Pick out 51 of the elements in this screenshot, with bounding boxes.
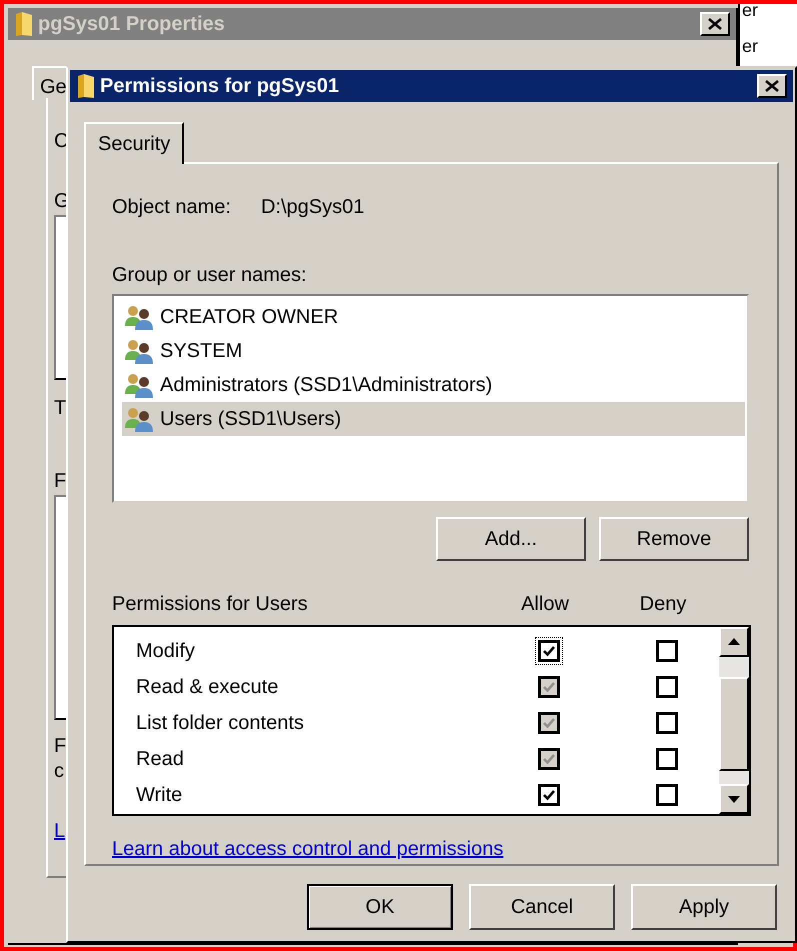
permission-name: List folder contents — [136, 710, 305, 736]
users-icon — [122, 406, 156, 432]
user-row[interactable]: Users (SSD1\Users) — [122, 402, 745, 436]
clipped-text: er — [742, 36, 760, 56]
action-button[interactable]: Add... — [436, 516, 586, 561]
users-icon — [122, 372, 156, 398]
checkbox[interactable] — [654, 638, 680, 664]
section-label: Permissions for Users — [112, 592, 309, 617]
checkbox[interactable] — [654, 710, 680, 736]
folder-icon — [14, 11, 34, 37]
checkbox[interactable] — [536, 782, 562, 808]
scrollbar-thumb[interactable] — [719, 676, 749, 771]
dialog-button[interactable]: Cancel — [469, 884, 615, 930]
close-button[interactable] — [700, 12, 730, 36]
close-icon — [765, 80, 779, 92]
users-icon — [122, 338, 156, 364]
users-icon — [122, 304, 156, 330]
object-path: D:\pgSys01 — [260, 195, 364, 220]
tab[interactable]: Security — [84, 122, 184, 164]
clipped-label: F — [54, 734, 66, 759]
permission-name: Modify — [136, 638, 196, 664]
field-label: Object name: — [112, 195, 231, 220]
checkbox[interactable] — [654, 782, 680, 808]
user-row[interactable]: SYSTEM — [122, 334, 745, 368]
user-row[interactable]: Administrators (SSD1\Administrators) — [122, 368, 745, 402]
close-button[interactable] — [757, 74, 787, 98]
section-label: Group or user names: — [112, 263, 308, 288]
clipped-label: F — [54, 469, 66, 494]
permission-name: Read — [136, 746, 185, 772]
checkbox[interactable] — [654, 674, 680, 700]
user-row[interactable]: CREATOR OWNER — [122, 300, 745, 334]
dialog-button[interactable]: OK — [307, 884, 453, 930]
action-button[interactable]: Remove — [599, 516, 749, 561]
checkbox[interactable] — [536, 638, 562, 664]
permission-name: Read & execute — [136, 674, 280, 700]
checkbox[interactable] — [654, 746, 680, 772]
clipped-label: c — [54, 759, 64, 784]
up-arrow-icon[interactable] — [728, 638, 740, 646]
column-header: Allow — [520, 592, 570, 617]
clipped-label: T — [54, 396, 66, 421]
column-header: Deny — [638, 592, 688, 617]
window-title: pgSys01 Properties — [38, 12, 225, 37]
permission-name: Write — [136, 782, 184, 808]
help-link[interactable]: Learn about access control and permissions — [112, 834, 504, 864]
close-icon — [708, 18, 722, 30]
dialog-button[interactable]: Apply — [631, 884, 777, 930]
clipped-text: er — [742, 0, 760, 20]
window-title: Permissions for pgSys01 — [100, 74, 339, 99]
help-link[interactable]: L — [54, 816, 66, 846]
folder-icon — [76, 73, 96, 99]
down-arrow-icon[interactable] — [728, 796, 740, 802]
